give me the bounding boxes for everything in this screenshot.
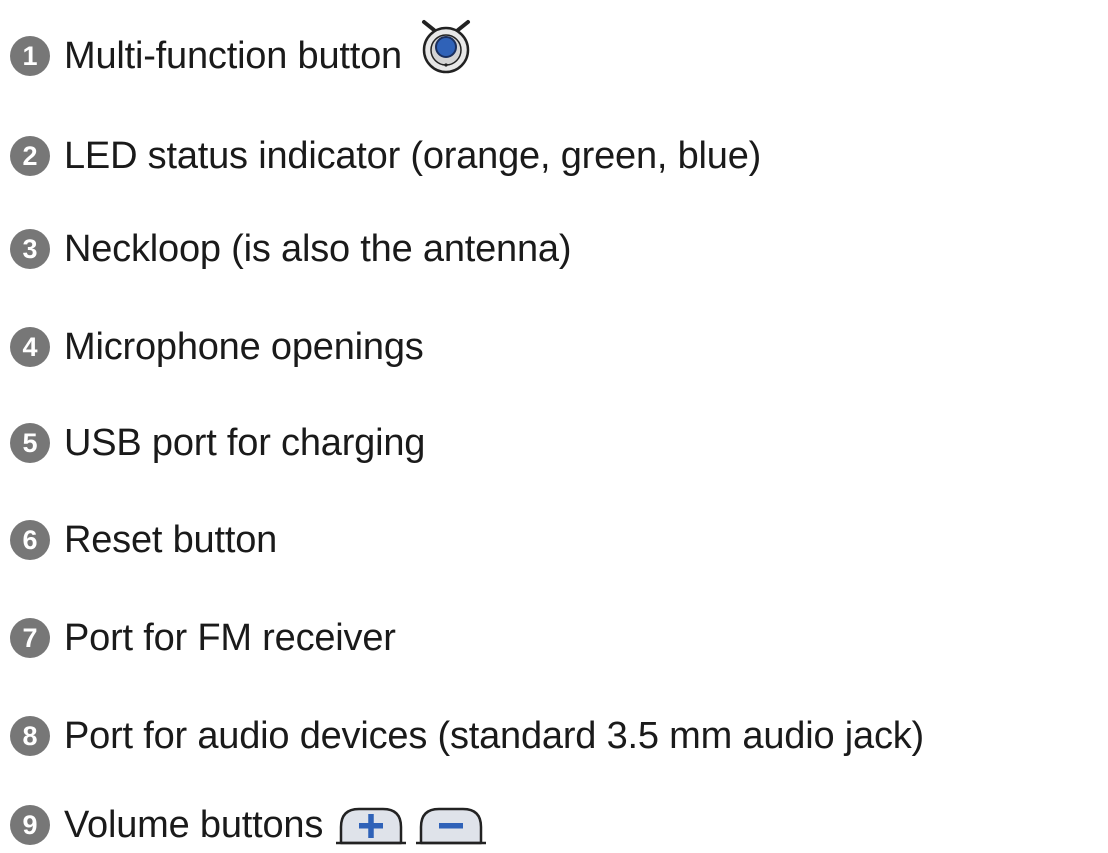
legend-item-1: 1 Multi-function button	[10, 20, 478, 81]
legend-item-2: 2 LED status indicator (orange, green, b…	[10, 131, 761, 181]
legend-item-5: 5 USB port for charging	[10, 418, 425, 468]
item-label: Reset button	[64, 519, 278, 561]
item-number-badge: 8	[10, 716, 50, 756]
item-label: Neckloop (is also the antenna)	[64, 228, 572, 270]
item-number-badge: 1	[10, 36, 50, 76]
item-number-badge: 4	[10, 327, 50, 367]
legend-item-9: 9 Volume buttons	[10, 800, 487, 850]
legend-item-4: 4 Microphone openings	[10, 322, 424, 372]
legend-item-6: 6 Reset button	[10, 515, 277, 565]
volume-up-icon	[336, 807, 407, 845]
legend-item-3: 3 Neckloop (is also the antenna)	[10, 224, 572, 274]
volume-down-icon	[416, 807, 487, 845]
item-label: LED status indicator (orange, green, blu…	[64, 135, 762, 177]
item-number-badge: 5	[10, 423, 50, 463]
item-number-badge: 6	[10, 520, 50, 560]
item-number-badge: 7	[10, 618, 50, 658]
multi-function-button-icon	[422, 20, 470, 74]
item-label: Multi-function button	[64, 35, 402, 77]
item-number-badge: 3	[10, 229, 50, 269]
item-label: Volume buttons	[64, 804, 324, 846]
legend-item-7: 7 Port for FM receiver	[10, 613, 396, 663]
legend-item-8: 8 Port for audio devices (standard 3.5 m…	[10, 711, 924, 761]
item-number-badge: 9	[10, 805, 50, 845]
item-label: Port for audio devices (standard 3.5 mm …	[64, 715, 924, 757]
item-label: Port for FM receiver	[64, 617, 396, 659]
item-label: Microphone openings	[64, 326, 424, 368]
item-label: USB port for charging	[64, 422, 426, 464]
item-number-badge: 2	[10, 136, 50, 176]
